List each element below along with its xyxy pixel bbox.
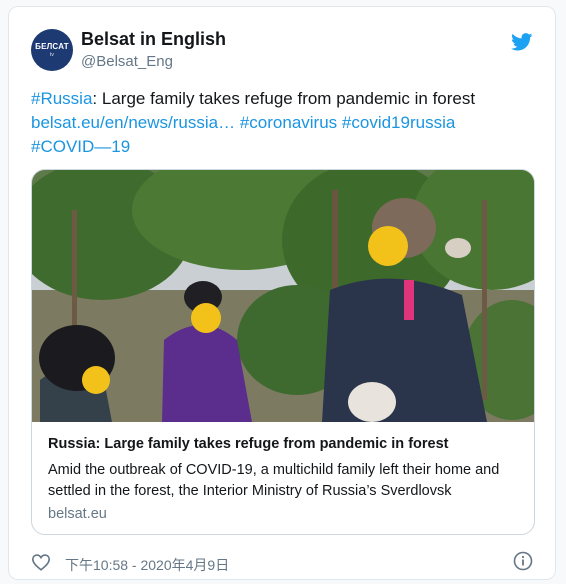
hashtag-covid19russia[interactable]: #covid19russia (342, 113, 455, 132)
tweet-text: #Russia: Large family takes refuge from … (31, 87, 536, 159)
hashtag-coronavirus[interactable]: #coronavirus (240, 113, 337, 132)
account-handle[interactable]: @Belsat_Eng (81, 53, 173, 70)
tweet-text-main: : Large family takes refuge from pandemi… (92, 89, 476, 108)
account-name[interactable]: Belsat in English (81, 29, 226, 50)
heart-icon[interactable] (31, 553, 51, 571)
avatar-logo-text: БЕЛСАТ (35, 42, 69, 51)
article-photo[interactable] (32, 170, 535, 422)
avatar[interactable]: БЕЛСАТ tv (31, 29, 73, 71)
tweet-timestamp[interactable]: 下午10:58 - 2020年4月9日 (65, 555, 229, 575)
card-title[interactable]: Russia: Large family takes refuge from p… (48, 436, 448, 452)
link-preview-card[interactable]: Russia: Large family takes refuge from p… (31, 169, 535, 535)
tweet-card: БЕЛСАТ tv Belsat in English @Belsat_Eng … (8, 6, 556, 580)
hashtag-covid19[interactable]: #COVID—19 (31, 137, 130, 156)
hashtag-russia[interactable]: #Russia (31, 89, 92, 108)
card-domain: belsat.eu (48, 506, 107, 522)
avatar-logo-sub: tv (49, 52, 55, 58)
info-icon[interactable] (513, 551, 533, 571)
article-link[interactable]: belsat.eu/en/news/russia… (31, 113, 235, 132)
twitter-bird-icon[interactable] (511, 33, 533, 51)
card-description: Amid the outbreak of COVID-19, a multich… (48, 462, 500, 499)
